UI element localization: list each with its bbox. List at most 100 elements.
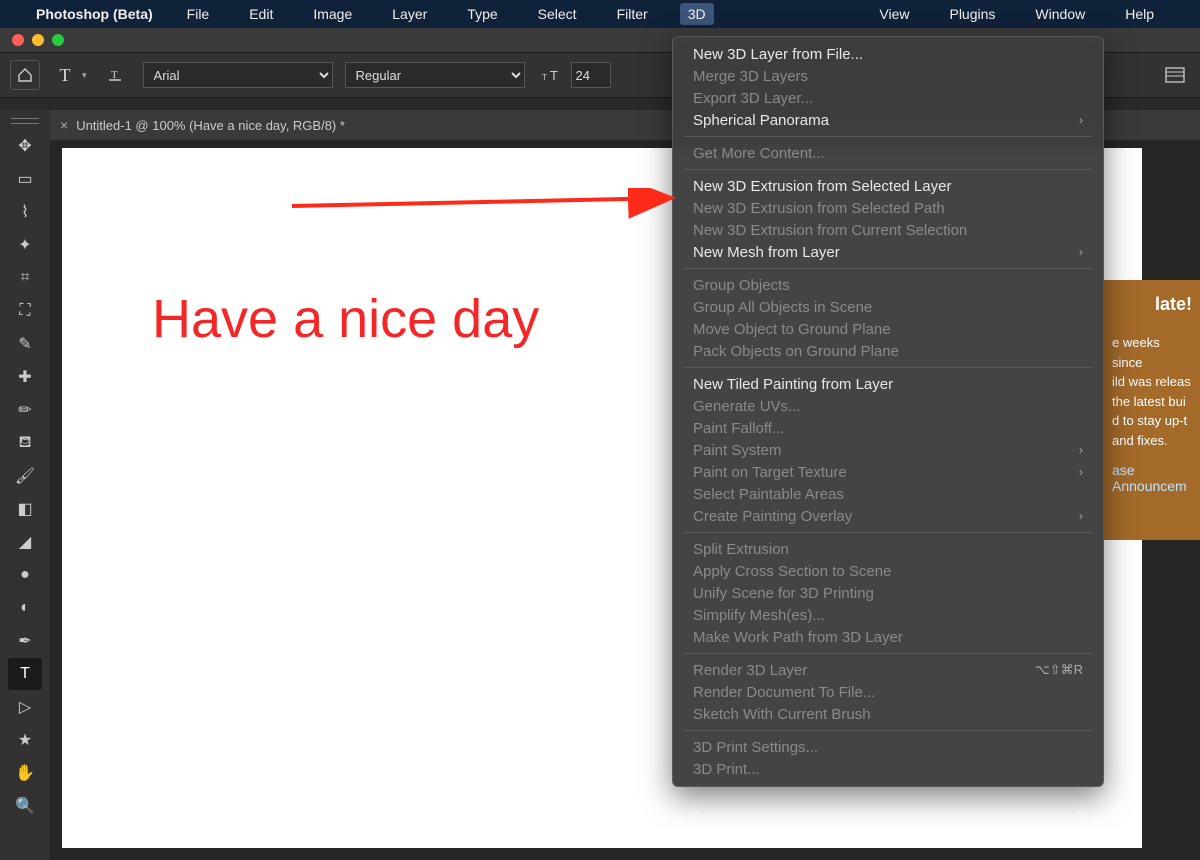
menu-type[interactable]: Type: [459, 3, 505, 25]
font-size-field[interactable]: 24: [571, 62, 611, 88]
menu-item-label: Select Paintable Areas: [693, 486, 844, 503]
path-select-tool[interactable]: ▷: [8, 691, 42, 723]
font-family-select[interactable]: Arial: [143, 62, 333, 88]
menu-layer[interactable]: Layer: [384, 3, 435, 25]
zoom-tool[interactable]: 🔍: [8, 790, 42, 822]
menu-3d[interactable]: 3D: [680, 3, 714, 25]
menu-item-label: Sketch With Current Brush: [693, 706, 871, 723]
font-size-icon: TT: [539, 62, 565, 88]
menu-item-simplify-mesh-es: Simplify Mesh(es)...: [673, 604, 1103, 626]
menu-item-label: Paint Falloff...: [693, 420, 784, 437]
home-button[interactable]: [10, 60, 40, 90]
menu-select[interactable]: Select: [530, 3, 585, 25]
release-announcement-link[interactable]: ase Announcem: [1112, 462, 1192, 494]
menu-item-label: New 3D Extrusion from Selected Path: [693, 200, 945, 217]
pencil-tool[interactable]: ✏: [8, 394, 42, 426]
lasso-tool[interactable]: ⌇: [8, 196, 42, 228]
menu-item-split-extrusion: Split Extrusion: [673, 538, 1103, 560]
crop-tool[interactable]: ⌗: [8, 262, 42, 294]
eraser-tool[interactable]: ◧: [8, 493, 42, 525]
menu-item-label: Group Objects: [693, 277, 790, 294]
menu-item-label: 3D Print Settings...: [693, 739, 818, 756]
menu-item-label: Make Work Path from 3D Layer: [693, 629, 903, 646]
menu-item-label: Move Object to Ground Plane: [693, 321, 891, 338]
menu-item-label: New 3D Layer from File...: [693, 46, 863, 63]
menu-filter[interactable]: Filter: [609, 3, 656, 25]
brush-tool[interactable]: 🖌: [8, 460, 42, 492]
blur-tool[interactable]: ●: [8, 559, 42, 591]
tool-preset-caret-icon[interactable]: ▾: [82, 70, 87, 81]
gradient-tool[interactable]: ◢: [8, 526, 42, 558]
close-tab-icon[interactable]: ×: [60, 117, 68, 133]
type-tool[interactable]: T: [8, 658, 42, 690]
magic-wand-tool[interactable]: ✦: [8, 229, 42, 261]
menu-item-label: Pack Objects on Ground Plane: [693, 343, 899, 360]
menu-item-label: Apply Cross Section to Scene: [693, 563, 891, 580]
menu-item-select-paintable-areas: Select Paintable Areas: [673, 483, 1103, 505]
menu-item-label: New Mesh from Layer: [693, 244, 840, 261]
menu-item-export-3d-layer: Export 3D Layer...: [673, 87, 1103, 109]
menu-item-label: Merge 3D Layers: [693, 68, 808, 85]
zoom-window-button[interactable]: [52, 34, 64, 46]
submenu-chevron-icon: ›: [1079, 443, 1083, 457]
menu-item-merge-3d-layers: Merge 3D Layers: [673, 65, 1103, 87]
hand-tool[interactable]: ✋: [8, 757, 42, 789]
document-tab[interactable]: × Untitled-1 @ 100% (Have a nice day, RG…: [50, 110, 355, 140]
menu-item-3d-print-settings: 3D Print Settings...: [673, 736, 1103, 758]
dodge-tool[interactable]: ◐: [8, 592, 42, 624]
frame-tool[interactable]: ⛶: [8, 295, 42, 327]
menu-item-new-tiled-painting-from-layer[interactable]: New Tiled Painting from Layer: [673, 373, 1103, 395]
menu-item-label: New Tiled Painting from Layer: [693, 376, 893, 393]
menu-item-render-3d-layer: Render 3D Layer⌥⇧⌘R: [673, 659, 1103, 681]
menu-view[interactable]: View: [871, 3, 917, 25]
menu-item-label: Split Extrusion: [693, 541, 789, 558]
pen-tool[interactable]: ✒: [8, 625, 42, 657]
menu-window[interactable]: Window: [1027, 3, 1093, 25]
menu-plugins[interactable]: Plugins: [941, 3, 1003, 25]
menu-item-label: Get More Content...: [693, 145, 825, 162]
menu-item-label: Paint System: [693, 442, 781, 459]
healing-tool[interactable]: ✚: [8, 361, 42, 393]
menu-item-render-document-to-file: Render Document To File...: [673, 681, 1103, 703]
menu-item-new-mesh-from-layer[interactable]: New Mesh from Layer ›: [673, 241, 1103, 263]
type-tool-icon: T: [52, 62, 78, 88]
menu-item-label: 3D Print...: [693, 761, 760, 778]
menu-edit[interactable]: Edit: [241, 3, 281, 25]
move-tool[interactable]: ✥: [8, 130, 42, 162]
menu-item-label: Export 3D Layer...: [693, 90, 813, 107]
menu-item-label: Render Document To File...: [693, 684, 875, 701]
menu-item-get-more-content: Get More Content...: [673, 142, 1103, 164]
svg-text:T: T: [550, 68, 558, 83]
menu-3d-dropdown: New 3D Layer from File... Merge 3D Layers…: [672, 36, 1104, 787]
update-notice-panel: late! e weeks sinceild was releasthe lat…: [1104, 280, 1200, 540]
menu-file[interactable]: File: [179, 3, 218, 25]
font-style-select[interactable]: Regular: [345, 62, 525, 88]
menu-item-new-3d-extrusion-from-selected-layer[interactable]: New 3D Extrusion from Selected Layer: [673, 175, 1103, 197]
menu-help[interactable]: Help: [1117, 3, 1162, 25]
document-tab-title: Untitled-1 @ 100% (Have a nice day, RGB/…: [76, 118, 345, 133]
menu-item-pack-objects-on-ground-plane: Pack Objects on Ground Plane: [673, 340, 1103, 362]
canvas-text-layer[interactable]: Have a nice day: [152, 288, 539, 350]
menu-item-label: New 3D Extrusion from Selected Layer: [693, 178, 951, 195]
marquee-tool[interactable]: ▭: [8, 163, 42, 195]
minimize-window-button[interactable]: [32, 34, 44, 46]
menu-item-label: Simplify Mesh(es)...: [693, 607, 825, 624]
panel-grip-icon[interactable]: [11, 118, 39, 124]
menu-item-make-work-path-from-3d-layer: Make Work Path from 3D Layer: [673, 626, 1103, 648]
stamp-tool[interactable]: ⛾: [8, 427, 42, 459]
app-name: Photoshop (Beta): [36, 6, 153, 22]
menu-item-create-painting-overlay: Create Painting Overlay›: [673, 505, 1103, 527]
menu-image[interactable]: Image: [305, 3, 360, 25]
close-window-button[interactable]: [12, 34, 24, 46]
menu-item-spherical-panorama[interactable]: Spherical Panorama›: [673, 109, 1103, 131]
text-orientation-button[interactable]: T: [101, 61, 129, 89]
shape-tool[interactable]: ★: [8, 724, 42, 756]
panel-icon[interactable]: [1160, 60, 1190, 90]
submenu-chevron-icon: ›: [1079, 245, 1083, 259]
update-body: e weeks sinceild was releasthe latest bu…: [1112, 333, 1192, 450]
menu-item-label: Generate UVs...: [693, 398, 801, 415]
menu-item-move-object-to-ground-plane: Move Object to Ground Plane: [673, 318, 1103, 340]
menu-item-sketch-with-current-brush: Sketch With Current Brush: [673, 703, 1103, 725]
menu-item-new-3d-layer-from-file[interactable]: New 3D Layer from File...: [673, 43, 1103, 65]
eyedropper-tool[interactable]: ✎: [8, 328, 42, 360]
